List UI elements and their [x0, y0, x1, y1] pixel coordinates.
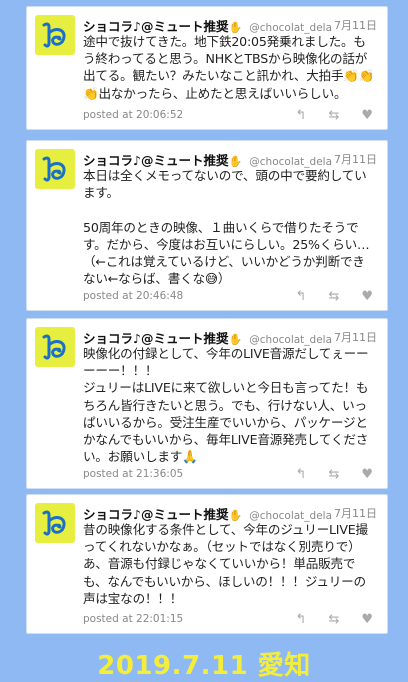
tweet-timestamp: posted at 20:46:48 — [83, 290, 184, 302]
tweet-text: 途中で抜けてきた。地下鉄20:05発乗れました。もう終わってると思う。NHKとT… — [83, 34, 375, 101]
tweet-header: ショコラ♪@ミュート推奨✋ @chocolat_dela 7月11日 — [83, 16, 377, 34]
tweet-card[interactable]: ショコラ♪@ミュート推奨✋ @chocolat_dela 7月11日 本日は全く… — [26, 140, 388, 311]
tweet-actions: ↰ ⇆ ♥ — [296, 468, 373, 481]
reply-icon[interactable]: ↰ — [296, 109, 307, 122]
heart-icon[interactable]: ♥ — [361, 290, 373, 303]
retweet-icon[interactable]: ⇆ — [328, 290, 339, 303]
display-name[interactable]: ショコラ♪@ミュート推奨 — [83, 153, 228, 168]
avatar-logo-icon — [42, 510, 66, 536]
tweet-actions: ↰ ⇆ ♥ — [296, 613, 373, 626]
tweet-header: ショコラ♪@ミュート推奨✋ @chocolat_dela 7月11日 — [83, 504, 377, 522]
display-name[interactable]: ショコラ♪@ミュート推奨 — [83, 19, 228, 34]
tweet-header: ショコラ♪@ミュート推奨✋ @chocolat_dela 7月11日 — [83, 150, 377, 168]
footer-caption: 2019.7.11 愛知 — [97, 651, 311, 681]
tweet-date: 7月11日 — [334, 331, 377, 344]
avatar-logo-icon — [42, 22, 66, 48]
heart-icon[interactable]: ♥ — [361, 468, 373, 481]
tweet-timestamp: posted at 21:36:05 — [83, 468, 184, 480]
avatar-logo-icon — [42, 334, 66, 360]
tweet-card[interactable]: ショコラ♪@ミュート推奨✋ @chocolat_dela 7月11日 映像化の付… — [26, 318, 388, 489]
tweet-date: 7月11日 — [334, 153, 377, 166]
retweet-icon[interactable]: ⇆ — [328, 613, 339, 626]
reply-icon[interactable]: ↰ — [296, 613, 307, 626]
tweet-card[interactable]: ショコラ♪@ミュート推奨✋ @chocolat_dela 7月11日 途中で抜け… — [26, 6, 388, 130]
tweet-text: 本日は全くメモってないので、頭の中で要約しています。 50周年のときの映像、１曲… — [83, 168, 370, 287]
tweet-timestamp: posted at 22:01:15 — [83, 613, 184, 625]
tweet-actions: ↰ ⇆ ♥ — [296, 109, 373, 122]
tweet-header: ショコラ♪@ミュート推奨✋ @chocolat_dela 7月11日 — [83, 328, 377, 346]
reply-icon[interactable]: ↰ — [296, 468, 307, 481]
tweet-card[interactable]: ショコラ♪@ミュート推奨✋ @chocolat_dela 7月11日 昔の映像化… — [26, 494, 388, 634]
tweet-timestamp: posted at 20:06:52 — [83, 109, 184, 121]
tweet-date: 7月11日 — [334, 19, 377, 32]
tweet-text: 昔の映像化する条件として、今年のジュリーLIVE撮ってくれないかなぁ。（セットで… — [83, 522, 368, 606]
tweet-date: 7月11日 — [334, 507, 377, 520]
avatar[interactable] — [35, 503, 75, 543]
reply-icon[interactable]: ↰ — [296, 290, 307, 303]
display-name[interactable]: ショコラ♪@ミュート推奨 — [83, 331, 228, 346]
heart-icon[interactable]: ♥ — [361, 613, 373, 626]
tweet-actions: ↰ ⇆ ♥ — [296, 290, 373, 303]
avatar[interactable] — [35, 149, 75, 189]
avatar[interactable] — [35, 15, 75, 55]
avatar-logo-icon — [42, 156, 66, 182]
retweet-icon[interactable]: ⇆ — [328, 468, 339, 481]
avatar[interactable] — [35, 327, 75, 367]
heart-icon[interactable]: ♥ — [361, 109, 373, 122]
tweet-text: 映像化の付録として、今年のLIVE音源だしてぇーーーーー！！！ ジュリーはLIV… — [83, 346, 369, 465]
display-name[interactable]: ショコラ♪@ミュート推奨 — [83, 507, 228, 522]
retweet-icon[interactable]: ⇆ — [328, 109, 339, 122]
